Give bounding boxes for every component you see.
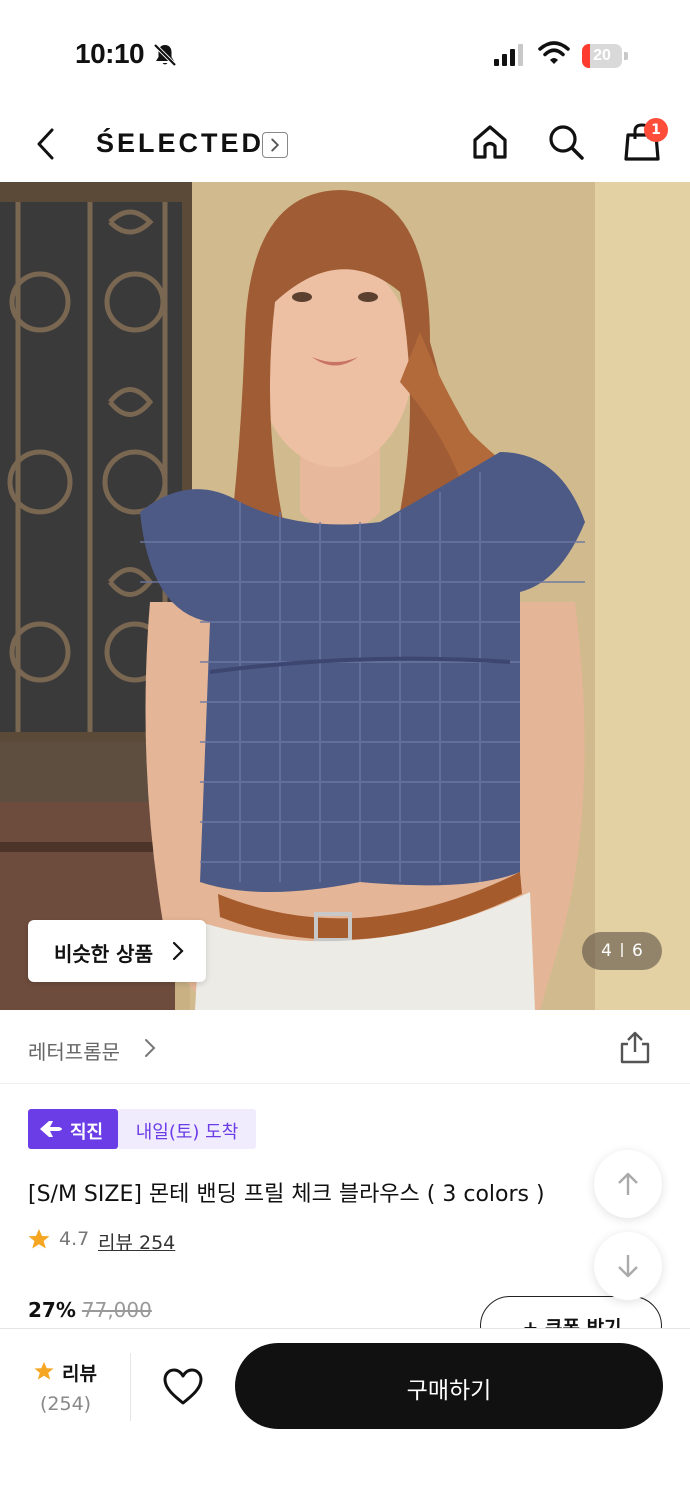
chevron-right-icon[interactable] [142, 1038, 158, 1058]
similar-products-label: 비슷한 상품 [54, 942, 153, 966]
price-row: 27% 77,000 [28, 1298, 328, 1328]
scroll-up-button[interactable] [594, 1150, 662, 1218]
rating-row: 4.7 리뷰 254 [28, 1226, 328, 1254]
arrow-down-icon [618, 1255, 638, 1278]
search-icon[interactable] [546, 122, 586, 162]
direct-delivery-label: 직진 [70, 1122, 104, 1143]
image-total-count: 6 [632, 941, 643, 961]
cart-count-badge: 1 [644, 118, 668, 142]
bottom-action-bar: 리뷰 (254) 구매하기 [0, 1328, 690, 1500]
heart-icon[interactable] [162, 1367, 204, 1407]
product-photo [0, 182, 690, 1010]
scroll-down-button[interactable] [594, 1232, 662, 1300]
divider [130, 1353, 131, 1421]
product-image-carousel[interactable]: 비슷한 상품 46 [0, 182, 690, 1010]
bell-slash-icon [153, 43, 177, 67]
star-icon [28, 1229, 50, 1249]
direct-delivery-badge: 직진 [28, 1109, 118, 1149]
plane-icon [40, 1121, 62, 1137]
battery-indicator: 20 [582, 44, 628, 68]
arrival-date-label: 내일(토) 도착 [135, 1122, 239, 1143]
buy-button-label: 구매하기 [406, 1378, 492, 1404]
similar-products-button[interactable]: 비슷한 상품 [28, 920, 206, 982]
arrow-up-icon [618, 1172, 638, 1195]
chevron-right-icon[interactable] [262, 132, 288, 158]
review-tab[interactable]: 리뷰 (254) [24, 1355, 110, 1425]
share-icon[interactable] [618, 1030, 652, 1064]
rating-value: 4.7 [59, 1228, 90, 1250]
image-current-index: 4 [601, 941, 612, 961]
review-tab-count: (254) [40, 1393, 92, 1415]
image-counter: 46 [582, 932, 662, 970]
review-tab-label: 리뷰 [62, 1363, 97, 1385]
buy-button[interactable]: 구매하기 [235, 1343, 663, 1429]
discount-rate: 27% [28, 1298, 76, 1322]
app-header: ŚELECTED 1 [0, 110, 690, 182]
home-icon[interactable] [470, 122, 510, 162]
arrival-date-badge: 내일(토) 도착 [118, 1109, 256, 1149]
review-count-link[interactable]: 리뷰 254 [98, 1228, 175, 1255]
shop-row: 레터프롬문 [0, 1010, 690, 1084]
brand-logo[interactable]: ŚELECTED [96, 128, 264, 159]
status-time: 10:10 [75, 38, 145, 69]
wifi-icon [538, 41, 570, 64]
back-icon[interactable] [30, 126, 66, 162]
chevron-right-icon [172, 941, 184, 961]
product-title: [S/M SIZE] 몬테 밴딩 프릴 체크 블라우스 ( 3 colors ) [28, 1182, 545, 1207]
battery-level: 20 [593, 47, 611, 64]
star-icon [34, 1361, 54, 1380]
original-price: 77,000 [81, 1298, 152, 1322]
signal-icon [494, 44, 523, 66]
shop-name-link[interactable]: 레터프롬문 [28, 1036, 120, 1065]
status-bar: 10:10 20 [0, 0, 690, 110]
